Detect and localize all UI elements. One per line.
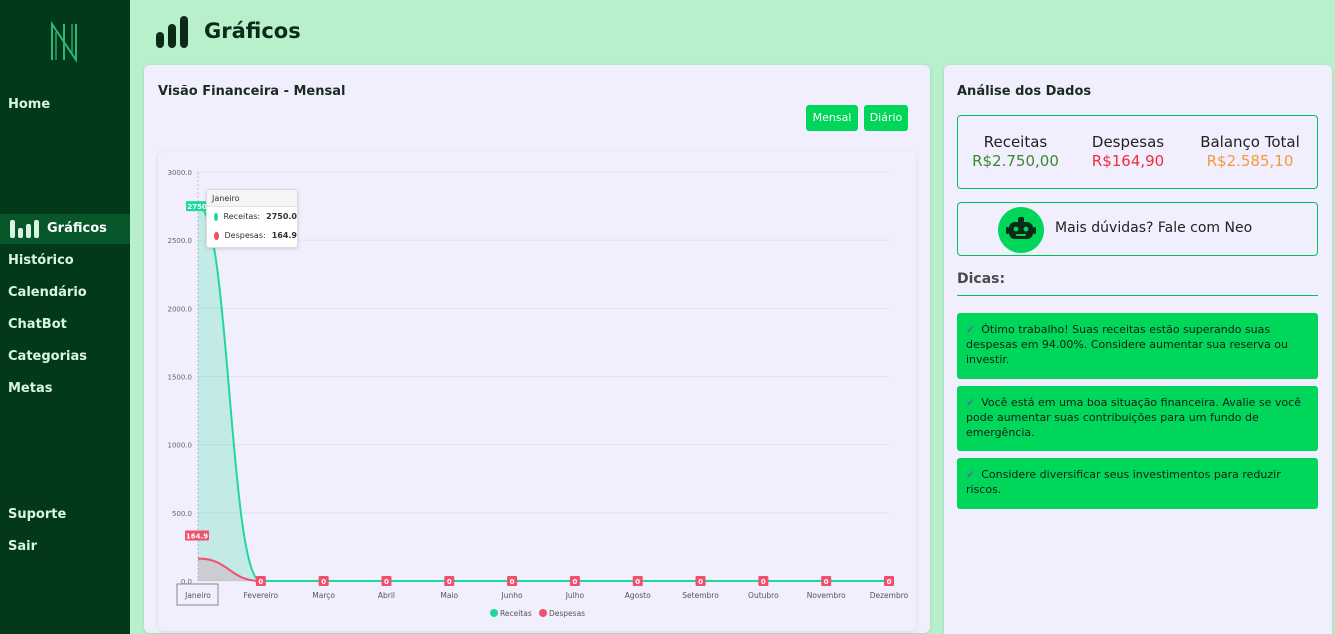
x-tick-label: Março bbox=[312, 591, 335, 600]
y-tick-label: 0.0 bbox=[181, 578, 192, 586]
data-label-despesas: 0 bbox=[761, 578, 766, 586]
legend-dot-receitas bbox=[490, 609, 498, 617]
legend-label-receitas: Receitas bbox=[500, 609, 532, 618]
x-tick-label: Agosto bbox=[625, 591, 651, 600]
data-label-despesas: 0 bbox=[572, 578, 577, 586]
data-label-despesas: 0 bbox=[698, 578, 703, 586]
x-tick-label: Junho bbox=[501, 591, 523, 600]
tip-text: Ótimo trabalho! Suas receitas estão supe… bbox=[966, 323, 1289, 366]
x-tick-label: Abril bbox=[378, 591, 395, 600]
chart-tooltip: Janeiro Receitas: 2750.0 Despesas: 164.9 bbox=[206, 189, 298, 248]
tooltip-receitas-label: Receitas: bbox=[223, 212, 261, 221]
tooltip-despesas-label: Despesas: bbox=[224, 231, 266, 240]
analysis-card: Análise dos Dados Receitas R$2.750,00 De… bbox=[944, 65, 1332, 634]
x-tick-label: Janeiro bbox=[184, 591, 211, 600]
check-icon: ✔ bbox=[966, 468, 976, 481]
x-tick-label: Maio bbox=[440, 591, 458, 600]
data-label-despesas: 0 bbox=[887, 578, 892, 586]
data-label-despesas: 0 bbox=[321, 578, 326, 586]
analysis-title: Análise dos Dados bbox=[957, 84, 1092, 99]
receitas-value: R$2.750,00 bbox=[972, 152, 1059, 170]
data-label-despesas: 0 bbox=[510, 578, 515, 586]
y-tick-label: 3000.0 bbox=[168, 169, 193, 177]
tooltip-title: Janeiro bbox=[207, 190, 297, 207]
summary-despesas: Despesas R$164,90 bbox=[1083, 133, 1173, 170]
tips-title: Dicas: bbox=[957, 271, 1006, 287]
y-tick-label: 1000.0 bbox=[168, 442, 193, 450]
despesas-value: R$164,90 bbox=[1091, 152, 1165, 170]
balanco-value: R$2.585,10 bbox=[1206, 152, 1294, 170]
tip-text: Você está em uma boa situação financeira… bbox=[966, 396, 1301, 439]
x-tick-label: Novembro bbox=[807, 591, 846, 600]
robot-icon bbox=[998, 207, 1044, 253]
check-icon: ✔ bbox=[966, 396, 976, 409]
y-tick-label: 500.0 bbox=[172, 510, 192, 518]
data-label-despesas: 0 bbox=[258, 578, 263, 586]
chat-with-neo-button[interactable]: Mais dúvidas? Fale com Neo bbox=[957, 202, 1318, 256]
tip-text: Considere diversificar seus investimento… bbox=[966, 468, 1281, 496]
x-tick-label: Fevereiro bbox=[243, 591, 278, 600]
y-tick-label: 2000.0 bbox=[168, 305, 193, 313]
legend-dot-despesas bbox=[539, 609, 547, 617]
data-label-despesas: 0 bbox=[384, 578, 389, 586]
summary-receitas: Receitas R$2.750,00 bbox=[968, 133, 1063, 170]
tips-divider bbox=[957, 295, 1318, 296]
data-label-despesas: 164.9 bbox=[186, 533, 208, 541]
y-tick-label: 1500.0 bbox=[168, 374, 193, 382]
data-label-despesas: 0 bbox=[824, 578, 829, 586]
x-tick-label: Outubro bbox=[748, 591, 779, 600]
series-line-receitas bbox=[197, 205, 889, 582]
neo-label: Mais dúvidas? Fale com Neo bbox=[1055, 220, 1253, 236]
tip-item: ✔ Você está em uma boa situação financeir… bbox=[957, 386, 1318, 451]
series-area-receitas bbox=[198, 206, 889, 582]
tip-item: ✔ Ótimo trabalho! Suas receitas estão sup… bbox=[957, 313, 1318, 379]
summary-balanco: Balanço Total R$2.585,10 bbox=[1194, 133, 1306, 170]
x-tick-label: Dezembro bbox=[870, 591, 909, 600]
legend-label-despesas: Despesas bbox=[549, 609, 585, 618]
series-area-despesas bbox=[198, 558, 889, 581]
data-label-despesas: 0 bbox=[635, 578, 640, 586]
data-label-despesas: 0 bbox=[447, 578, 452, 586]
x-tick-label: Setembro bbox=[682, 591, 719, 600]
y-tick-label: 2500.0 bbox=[168, 237, 193, 245]
tooltip-receitas-value: 2750.0 bbox=[266, 212, 297, 221]
tip-item: ✔ Considere diversificar seus investiment… bbox=[957, 458, 1318, 509]
receitas-dot-icon bbox=[214, 212, 218, 221]
balanco-label: Balanço Total bbox=[1200, 133, 1300, 151]
despesas-label: Despesas bbox=[1091, 133, 1165, 151]
check-icon: ✔ bbox=[966, 323, 976, 336]
despesas-dot-icon bbox=[214, 231, 219, 240]
summary-box: Receitas R$2.750,00 Despesas R$164,90 Ba… bbox=[957, 115, 1318, 189]
series-line-despesas bbox=[197, 557, 889, 582]
receitas-label: Receitas bbox=[983, 133, 1048, 151]
x-tick-label: Julho bbox=[565, 591, 585, 600]
data-label-receitas: 2750 bbox=[187, 203, 207, 211]
tooltip-despesas-value: 164.9 bbox=[271, 231, 297, 240]
